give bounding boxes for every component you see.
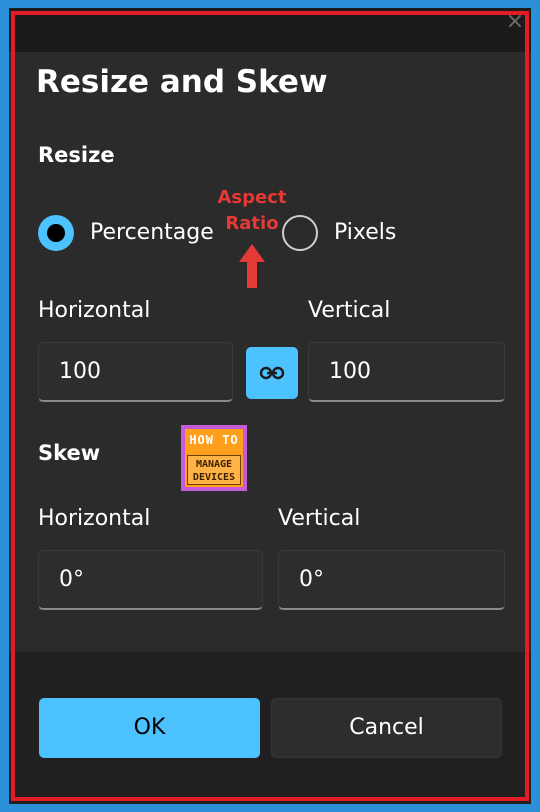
how-to-manage-devices-logo: HOW TO MANAGE DEVICES xyxy=(181,425,247,491)
cancel-button[interactable]: Cancel xyxy=(271,698,502,758)
skew-horizontal-input[interactable]: 0° xyxy=(38,550,263,610)
title-bar: × xyxy=(9,8,531,52)
close-icon[interactable]: × xyxy=(503,10,527,34)
resize-horizontal-label: Horizontal xyxy=(38,298,151,323)
resize-horizontal-input[interactable]: 100 xyxy=(38,342,233,402)
skew-vertical-label: Vertical xyxy=(278,506,361,531)
logo-line-2: DEVICES xyxy=(192,472,236,483)
resize-heading: Resize xyxy=(38,143,115,167)
dialog-title: Resize and Skew xyxy=(36,64,328,100)
annotation-line-1: Aspect xyxy=(217,187,287,208)
arrow-up-icon xyxy=(239,244,265,288)
skew-horizontal-label: Horizontal xyxy=(38,506,151,531)
skew-vertical-input[interactable]: 0° xyxy=(278,550,505,610)
resize-vertical-input[interactable]: 100 xyxy=(308,342,505,402)
link-icon xyxy=(259,366,285,380)
logo-text-top: HOW TO xyxy=(189,433,239,447)
resize-vertical-label: Vertical xyxy=(308,298,391,323)
logo-text-bottom: MANAGE DEVICES xyxy=(187,455,241,485)
skew-heading: Skew xyxy=(38,441,101,465)
percentage-label[interactable]: Percentage xyxy=(90,220,214,245)
annotation-line-2: Ratio xyxy=(225,213,279,234)
percentage-radio[interactable] xyxy=(38,215,74,251)
ok-button[interactable]: OK xyxy=(39,698,260,758)
pixels-label[interactable]: Pixels xyxy=(334,220,396,245)
resize-skew-dialog: × xyxy=(9,8,531,804)
aspect-ratio-lock-button[interactable] xyxy=(246,347,298,399)
logo-line-1: MANAGE xyxy=(195,459,233,470)
aspect-ratio-annotation: Aspect Ratio xyxy=(214,185,290,237)
radio-dot-icon xyxy=(47,224,65,242)
